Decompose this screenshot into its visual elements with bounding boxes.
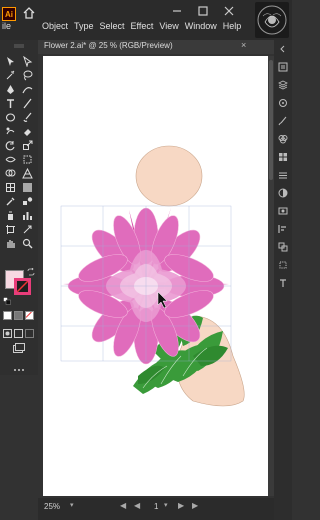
free-transform-tool-icon[interactable] xyxy=(22,154,33,165)
menu-select[interactable]: Select xyxy=(100,21,125,31)
gradient-tool-icon[interactable] xyxy=(22,182,33,193)
artboard-dropdown-icon[interactable]: ▾ xyxy=(164,501,168,509)
close-window-icon[interactable] xyxy=(222,4,236,18)
maximize-icon[interactable] xyxy=(196,4,210,18)
head-shape xyxy=(135,145,203,207)
curvature-tool-icon[interactable] xyxy=(22,84,33,95)
align-panel-icon[interactable] xyxy=(278,224,288,234)
lasso-tool-icon[interactable] xyxy=(22,70,33,81)
ellipse-tool-icon[interactable] xyxy=(5,112,16,123)
menu-view[interactable]: View xyxy=(159,21,178,31)
last-artboard-icon[interactable]: ▶ xyxy=(192,501,198,510)
hand-tool-icon[interactable] xyxy=(5,238,16,249)
zoom-level[interactable]: 25% xyxy=(44,502,60,511)
next-artboard-icon[interactable]: ▶ xyxy=(178,501,184,510)
pathfinder-panel-icon[interactable] xyxy=(278,242,288,252)
properties-panel-icon[interactable] xyxy=(278,62,288,72)
flower-artwork[interactable] xyxy=(43,56,272,496)
menu-help[interactable]: Help xyxy=(223,21,242,31)
rotate-tool-icon[interactable] xyxy=(5,140,16,151)
paintbrush-tool-icon[interactable] xyxy=(22,112,33,123)
scale-tool-icon[interactable] xyxy=(22,140,33,151)
stroke-swatch[interactable] xyxy=(14,278,31,295)
edit-toolbar-icon[interactable] xyxy=(13,360,25,371)
column-graph-tool-icon[interactable] xyxy=(22,210,33,221)
close-tab-icon[interactable]: × xyxy=(241,40,246,50)
selection-tool-icon[interactable] xyxy=(5,56,16,67)
color-mode-button[interactable] xyxy=(3,311,12,320)
brushes-panel-icon[interactable] xyxy=(278,116,288,126)
none-mode-button[interactable] xyxy=(25,311,34,320)
zoom-dropdown-icon[interactable]: ▾ xyxy=(70,501,74,509)
document-tab[interactable]: Flower 2.ai* @ 25 % (RGB/Preview) xyxy=(44,41,173,50)
draw-inside-icon[interactable] xyxy=(25,325,34,338)
libraries-panel-icon[interactable] xyxy=(278,98,288,108)
previous-artboard-icon[interactable]: ◀ xyxy=(134,501,140,510)
swatches-panel-icon[interactable] xyxy=(278,152,288,162)
default-colors-icon[interactable] xyxy=(3,292,11,305)
slice-tool-icon[interactable] xyxy=(22,224,33,235)
document-tab-bar: Flower 2.ai* @ 25 % (RGB/Preview) × xyxy=(38,40,274,54)
color-panel-icon[interactable] xyxy=(278,134,288,144)
menu-window[interactable]: Window xyxy=(185,21,217,31)
menu-effect[interactable]: Effect xyxy=(131,21,154,31)
eyedropper-tool-icon[interactable] xyxy=(5,196,16,207)
perspective-grid-tool-icon[interactable] xyxy=(22,168,33,179)
channel-watermark-badge xyxy=(255,2,289,38)
gradient-mode-button[interactable] xyxy=(14,311,23,320)
character-panel-icon[interactable] xyxy=(278,278,288,288)
draw-behind-icon[interactable] xyxy=(14,325,23,338)
drawing-mode-icon[interactable] xyxy=(3,325,12,338)
tools-panel xyxy=(0,40,38,375)
minimize-icon[interactable] xyxy=(170,4,184,18)
screen-mode-icon[interactable] xyxy=(13,340,25,353)
zoom-tool-icon[interactable] xyxy=(22,238,33,249)
first-artboard-icon[interactable]: ◀ xyxy=(120,501,126,510)
collapse-panels-icon[interactable] xyxy=(278,44,288,54)
direct-selection-tool-icon[interactable] xyxy=(22,56,33,67)
line-segment-tool-icon[interactable] xyxy=(22,98,33,109)
swap-colors-icon[interactable] xyxy=(27,263,35,276)
panel-dock xyxy=(274,40,292,520)
magic-wand-tool-icon[interactable] xyxy=(5,70,16,81)
illustrator-logo: Ai xyxy=(2,7,16,21)
scrollbar-thumb[interactable] xyxy=(269,60,273,180)
artboard-canvas[interactable] xyxy=(43,56,272,496)
artboard-number[interactable]: 1 xyxy=(154,502,158,511)
width-tool-icon[interactable] xyxy=(5,154,16,165)
menu-file-partial[interactable]: ile xyxy=(2,21,11,31)
transparency-panel-icon[interactable] xyxy=(278,188,288,198)
menu-bar: Ai ile Object Type Select Effect View Wi… xyxy=(0,0,292,40)
shape-builder-tool-icon[interactable] xyxy=(5,168,16,179)
eraser-tool-icon[interactable] xyxy=(22,126,33,137)
pen-tool-icon[interactable] xyxy=(5,84,16,95)
mesh-tool-icon[interactable] xyxy=(5,182,16,193)
shaper-tool-icon[interactable] xyxy=(5,126,16,137)
home-icon[interactable] xyxy=(22,6,36,20)
symbol-sprayer-tool-icon[interactable] xyxy=(5,210,16,221)
artboard-tool-icon[interactable] xyxy=(5,224,16,235)
status-bar: 25% ▾ ◀ ◀ 1 ▾ ▶ ▶ xyxy=(38,498,274,520)
collapse-toolbar-icon[interactable] xyxy=(13,44,25,48)
blend-tool-icon[interactable] xyxy=(22,196,33,207)
appearance-panel-icon[interactable] xyxy=(278,206,288,216)
menu-type[interactable]: Type xyxy=(74,21,94,31)
menu-object[interactable]: Object xyxy=(42,21,68,31)
stroke-panel-icon[interactable] xyxy=(278,170,288,180)
type-tool-icon[interactable] xyxy=(5,98,16,109)
layers-panel-icon[interactable] xyxy=(278,80,288,90)
transform-panel-icon[interactable] xyxy=(278,260,288,270)
